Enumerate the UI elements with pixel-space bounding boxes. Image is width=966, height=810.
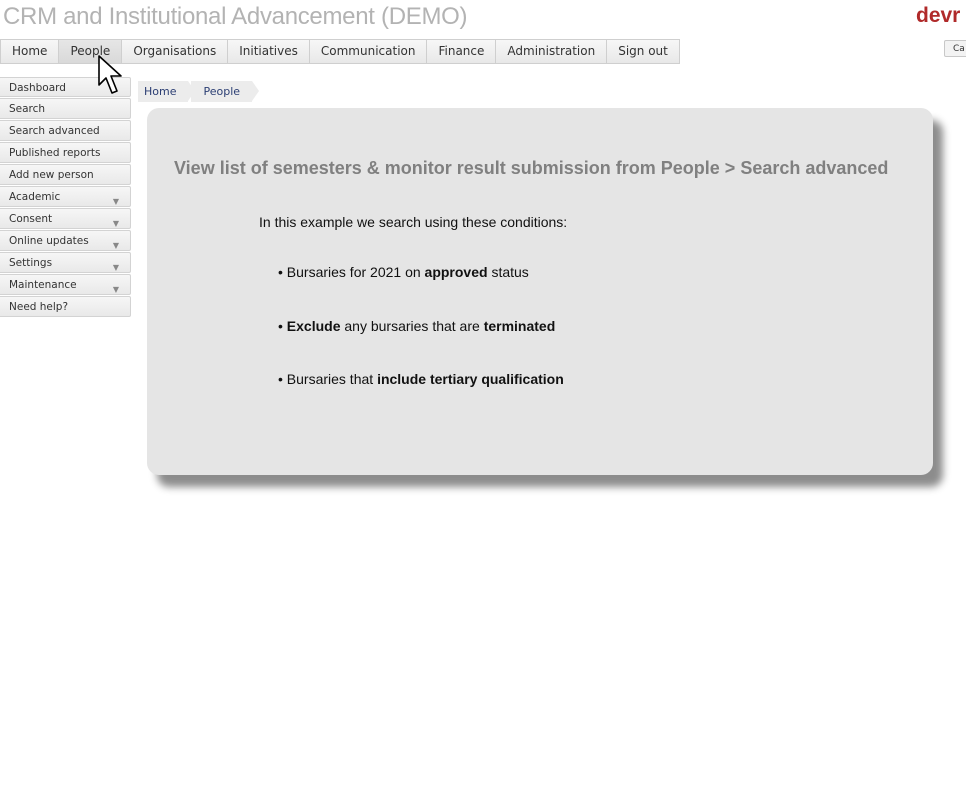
nav-sign-out[interactable]: Sign out (607, 40, 679, 63)
sidebar-item-search-advanced[interactable]: Search advanced (0, 120, 131, 141)
sidebar-item-label: Maintenance (9, 279, 77, 291)
breadcrumb-people[interactable]: People (191, 81, 259, 102)
sidebar-item-online-updates[interactable]: Online updates ▼ (0, 230, 131, 251)
condition-bold: terminated (483, 318, 556, 334)
condition-text: • Bursaries for 2021 on (278, 264, 425, 280)
sidebar-item-search[interactable]: Search (0, 98, 131, 119)
app-title: CRM and Institutional Advancement (DEMO) (3, 3, 468, 30)
sidebar-item-academic[interactable]: Academic ▼ (0, 186, 131, 207)
sidebar-item-label: Need help? (9, 301, 69, 313)
sidebar-item-label: Academic (9, 191, 61, 203)
header-right-button[interactable]: Ca (944, 40, 966, 57)
sidebar-item-settings[interactable]: Settings ▼ (0, 252, 131, 273)
brand-logo: devr (916, 4, 961, 27)
condition-item: • Bursaries for 2021 on approved status (278, 264, 529, 280)
sidebar-item-label: Online updates (9, 235, 89, 247)
condition-item: • Exclude any bursaries that are termina… (278, 318, 555, 334)
sidebar-item-need-help[interactable]: Need help? (0, 296, 131, 317)
nav-administration[interactable]: Administration (496, 40, 608, 63)
nav-initiatives[interactable]: Initiatives (228, 40, 310, 63)
condition-text: any bursaries that are (340, 318, 484, 334)
sidebar: Dashboard Search Search advanced Publish… (0, 77, 131, 318)
condition-text: status (487, 264, 529, 280)
sidebar-item-label: Add new person (9, 169, 94, 181)
condition-text: • (278, 318, 287, 334)
nav-finance[interactable]: Finance (427, 40, 497, 63)
nav-organisations[interactable]: Organisations (122, 40, 229, 63)
arrow-cursor-icon (98, 55, 122, 94)
sidebar-item-published-reports[interactable]: Published reports (0, 142, 131, 163)
condition-text: • Bursaries that (278, 371, 378, 387)
panel-intro: In this example we search using these co… (259, 214, 568, 230)
nav-home[interactable]: Home (1, 40, 60, 63)
sidebar-item-add-new-person[interactable]: Add new person (0, 164, 131, 185)
panel-title: View list of semesters & monitor result … (174, 158, 889, 178)
nav-communication[interactable]: Communication (309, 40, 428, 63)
sidebar-item-label: Consent (9, 213, 53, 225)
sidebar-item-label: Published reports (9, 147, 101, 159)
sidebar-item-consent[interactable]: Consent ▼ (0, 208, 131, 229)
sidebar-item-label: Search advanced (9, 125, 100, 137)
sidebar-item-label: Settings (9, 257, 53, 269)
info-panel: View list of semesters & monitor result … (147, 108, 933, 475)
breadcrumb: Home People (138, 81, 259, 102)
sidebar-item-label: Dashboard (9, 82, 66, 94)
condition-bold: approved (424, 264, 488, 280)
condition-bold: Exclude (286, 318, 341, 334)
breadcrumb-home[interactable]: Home (138, 81, 197, 102)
condition-item: • Bursaries that include tertiary qualif… (278, 371, 564, 387)
sidebar-item-label: Search (9, 103, 46, 115)
condition-bold: include tertiary qualification (377, 371, 564, 387)
sidebar-item-maintenance[interactable]: Maintenance ▼ (0, 274, 131, 295)
